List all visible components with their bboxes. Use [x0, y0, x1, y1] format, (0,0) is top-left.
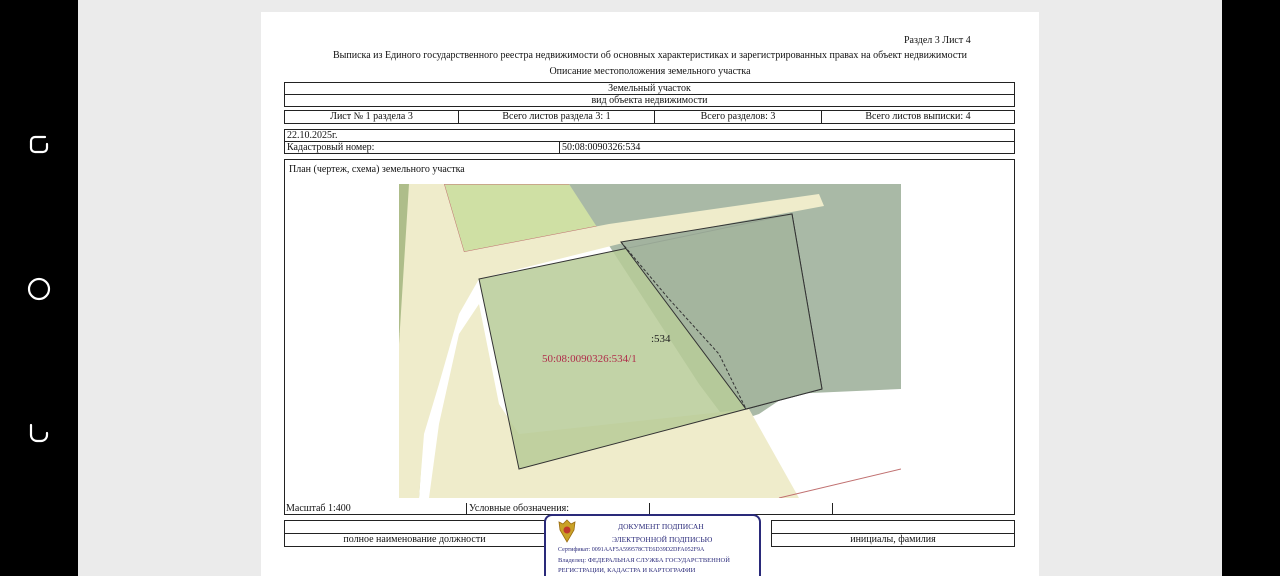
- sheet-number-cell: Лист № 1 раздела 3: [284, 110, 459, 124]
- electronic-signature-stamp: ДОКУМЕНТ ПОДПИСАН ЭЛЕКТРОННОЙ ПОДПИСЬЮ С…: [544, 514, 761, 576]
- cadastral-map[interactable]: :534 50:08:0090326:534/1: [399, 184, 901, 498]
- initials-caption: инициалы, фамилия: [771, 533, 1015, 547]
- plan-title: План (чертеж, схема) земельного участка: [289, 164, 465, 175]
- scale-cell: Масштаб 1:400: [284, 503, 467, 515]
- header-title: Выписка из Единого государственного реес…: [332, 50, 967, 61]
- section-sheet-label: Раздел 3 Лист 4: [904, 35, 971, 46]
- initials-cell: [771, 520, 1015, 534]
- back-icon[interactable]: [26, 420, 52, 446]
- cadastral-number-cell: 50:08:0090326:534: [559, 141, 1015, 154]
- navigation-bar: [0, 0, 78, 576]
- stamp-line2: ЭЛЕКТРОННОЙ ПОДПИСЬЮ: [612, 535, 713, 544]
- legend-cell-2: [832, 503, 1015, 515]
- position-cell: [284, 520, 545, 534]
- object-type-caption: вид объекта недвижимости: [284, 94, 1015, 107]
- total-section-sheets-cell: Всего листов раздела 3: 1: [458, 110, 655, 124]
- right-bezel: [1222, 0, 1280, 576]
- stamp-certificate: Сертификат: 0091AAF5A599578CTE6D39D2DFA0…: [558, 547, 705, 553]
- total-extract-sheets-cell: Всего листов выписки: 4: [821, 110, 1015, 124]
- header-subtitle: Описание местоположения земельного участ…: [549, 66, 751, 77]
- document-page[interactable]: Раздел 3 Лист 4 Выписка из Единого госуд…: [261, 12, 1039, 576]
- cadastral-label-cell: Кадастровый номер:: [284, 141, 560, 154]
- stamp-line1: ДОКУМЕНТ ПОДПИСАН: [618, 522, 704, 531]
- home-icon[interactable]: [26, 276, 52, 302]
- parcel-label: :534: [651, 333, 671, 345]
- recent-apps-icon[interactable]: [26, 131, 52, 157]
- subparcel-label: 50:08:0090326:534/1: [542, 353, 637, 365]
- stamp-owner-line1: Владелец: ФЕДЕРАЛЬНАЯ СЛУЖБА ГОСУДАРСТВЕ…: [558, 557, 730, 564]
- emblem-icon: [558, 519, 576, 543]
- stamp-owner-line2: РЕГИСТРАЦИИ, КАДАСТРА И КАРТОГРАФИИ: [558, 567, 696, 574]
- total-sections-cell: Всего разделов: 3: [654, 110, 822, 124]
- position-caption: полное наименование должности: [284, 533, 545, 547]
